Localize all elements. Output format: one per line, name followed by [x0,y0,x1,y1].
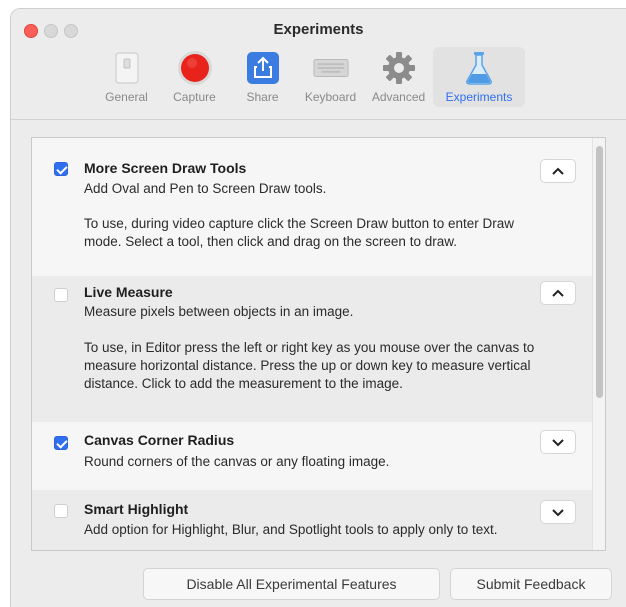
tab-share[interactable]: Share [229,47,296,107]
feature-subtitle: Add Oval and Pen to Screen Draw tools. [84,181,327,196]
chevron-down-icon [552,509,564,517]
expand-button[interactable] [540,430,576,454]
feature-checkbox-live-measure[interactable] [54,288,68,302]
tab-capture-label: Capture [173,90,216,104]
submit-feedback-button[interactable]: Submit Feedback [450,568,612,600]
feature-checkbox-canvas-corner-radius[interactable] [54,436,68,450]
feature-subtitle: Round corners of the canvas or any float… [84,454,390,469]
experiments-list: More Screen Draw Tools Add Oval and Pen … [31,137,606,551]
tab-experiments-label: Experiments [445,90,513,104]
flask-icon [461,50,497,86]
expand-button[interactable] [540,500,576,524]
tab-general[interactable]: General [93,47,160,107]
tab-advanced-label: Advanced [371,90,426,104]
title-bar: Experiments General Capture Share Keyboa… [11,9,626,120]
feature-title: Live Measure [84,284,173,300]
feature-more-screen-draw-tools: More Screen Draw Tools Add Oval and Pen … [32,138,592,272]
feature-description: To use, in Editor press the left or righ… [84,340,535,391]
share-icon [245,50,281,86]
general-icon [109,50,145,86]
collapse-button[interactable] [540,159,576,183]
tab-advanced[interactable]: Advanced [365,47,432,107]
feature-canvas-corner-radius: Canvas Corner Radius Round corners of th… [32,424,592,484]
tab-general-label: General [105,90,148,104]
feature-description: To use, during video capture click the S… [84,216,514,249]
preferences-toolbar: General Capture Share Keyboard Advanced … [93,47,526,109]
tab-share-label: Share [246,90,279,104]
feature-subtitle: Add option for Highlight, Blur, and Spot… [84,522,498,537]
keyboard-icon [312,50,349,86]
feature-checkbox-smart-highlight[interactable] [54,504,68,518]
feature-smart-highlight: Smart Highlight Add option for Highlight… [32,490,592,550]
tab-capture[interactable]: Capture [161,47,228,107]
gear-icon [381,50,417,86]
tab-keyboard[interactable]: Keyboard [297,47,364,107]
tab-keyboard-label: Keyboard [304,90,357,104]
feature-title: More Screen Draw Tools [84,160,247,176]
disable-all-experimental-features-button[interactable]: Disable All Experimental Features [143,568,440,600]
chevron-up-icon [552,289,564,297]
chevron-down-icon [552,439,564,447]
tab-experiments[interactable]: Experiments [433,47,525,107]
scrollbar[interactable] [592,138,605,550]
chevron-up-icon [552,167,564,175]
record-icon [177,50,213,86]
collapse-button[interactable] [540,281,576,305]
preferences-window: Experiments General Capture Share Keyboa… [10,8,626,607]
feature-title: Smart Highlight [84,501,189,517]
feature-title: Canvas Corner Radius [84,432,235,448]
feature-subtitle: Measure pixels between objects in an ima… [84,304,354,319]
window-title: Experiments [273,21,364,38]
scrollbar-thumb[interactable] [596,146,603,398]
feature-checkbox-more-screen-draw-tools[interactable] [54,162,68,176]
feature-live-measure: Live Measure Measure pixels between obje… [32,276,592,422]
